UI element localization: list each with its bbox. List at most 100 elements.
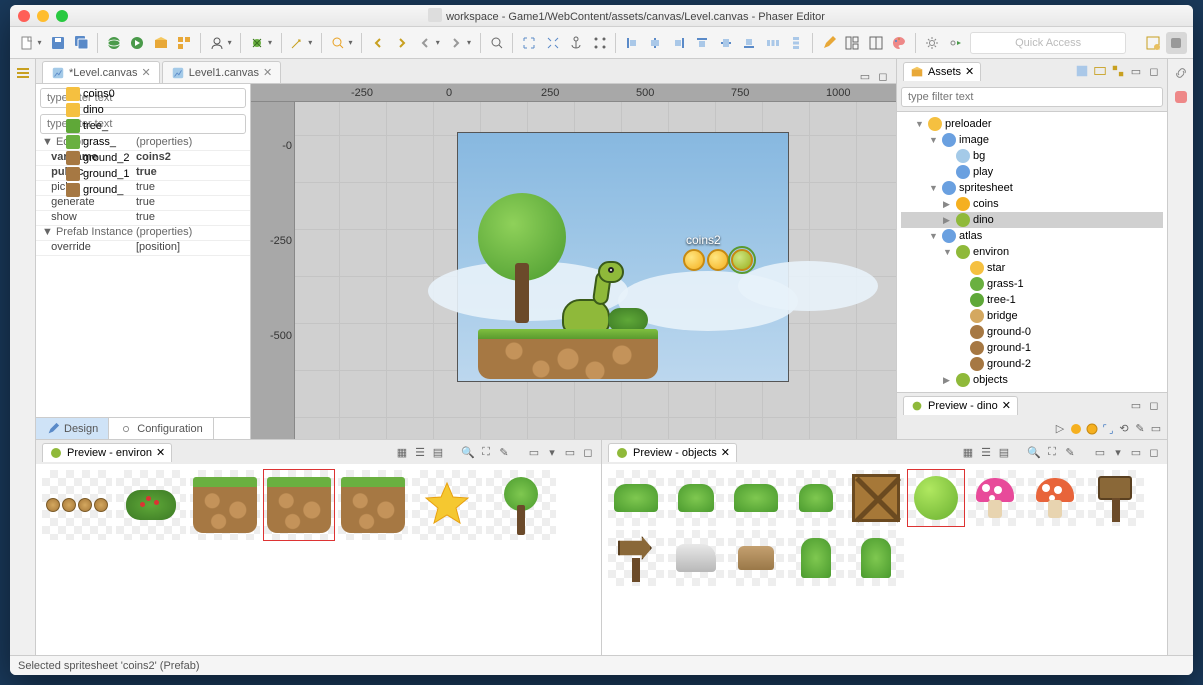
assets-node[interactable]: ▼spritesheet <box>901 180 1163 196</box>
perspective-button-1[interactable] <box>1142 32 1163 54</box>
thumb-rock[interactable] <box>668 530 724 586</box>
close-window-button[interactable] <box>18 10 30 22</box>
thumb-crate[interactable] <box>848 470 904 526</box>
outline-node[interactable]: dino <box>40 102 130 118</box>
save-all-button[interactable] <box>71 32 92 54</box>
outline-node[interactable]: coins0 <box>40 86 130 102</box>
perspective-button-2[interactable] <box>1166 32 1187 54</box>
link-trim-icon[interactable] <box>1173 65 1189 81</box>
pe-grid[interactable]: ▦ <box>395 445 409 459</box>
assets-node[interactable]: grass-1 <box>901 276 1163 292</box>
prev-edit-button[interactable] <box>367 32 388 54</box>
back-button[interactable] <box>414 32 435 54</box>
pe-max[interactable]: ◻ <box>581 445 595 459</box>
thumb-shrub-5[interactable] <box>788 530 844 586</box>
assets-node[interactable]: ▶objects <box>901 372 1163 388</box>
assets-tb-1[interactable] <box>1075 64 1089 78</box>
assets-node[interactable]: star <box>901 260 1163 276</box>
pd-clear[interactable]: ✎ <box>1133 422 1147 436</box>
po-clear[interactable]: ✎ <box>1063 445 1077 459</box>
pe-clear[interactable]: ✎ <box>497 445 511 459</box>
thumb-logs[interactable] <box>42 470 112 540</box>
preview-environ-body[interactable] <box>36 464 601 655</box>
property-row[interactable]: showtrue <box>36 211 250 226</box>
pe-tiles[interactable]: ▤ <box>431 445 445 459</box>
user-button[interactable] <box>206 32 227 54</box>
outline-node[interactable]: ground_1 <box>40 166 130 182</box>
design-tab[interactable]: Design <box>36 418 109 439</box>
close-icon[interactable]: ✕ <box>263 66 272 79</box>
fit-button[interactable] <box>542 32 563 54</box>
thumb-ground-0[interactable] <box>190 470 260 540</box>
assets-node[interactable]: ▼environ <box>901 244 1163 260</box>
align-left-button[interactable] <box>621 32 642 54</box>
assets-node[interactable]: ground-0 <box>901 324 1163 340</box>
thumb-star[interactable] <box>412 470 482 540</box>
panel-button[interactable] <box>865 32 886 54</box>
edit-button[interactable] <box>818 32 839 54</box>
search-button[interactable] <box>327 32 348 54</box>
close-icon[interactable]: ✕ <box>156 446 165 459</box>
po-zoom[interactable]: 🔍 <box>1027 445 1041 459</box>
outline-node[interactable]: grass_ <box>40 134 130 150</box>
assets-node[interactable]: ▶coins <box>901 196 1163 212</box>
assets-node[interactable]: tree-1 <box>901 292 1163 308</box>
assets-tree[interactable]: ▼preloader▼imagebgplay▼spritesheet▶coins… <box>897 111 1167 392</box>
assets-filter-input[interactable] <box>901 87 1163 107</box>
thumb-ball[interactable] <box>908 470 964 526</box>
po-fit[interactable]: ⛶ <box>1045 445 1059 459</box>
configuration-tab[interactable]: Configuration <box>109 418 213 439</box>
assets-node[interactable]: ▶dino <box>901 212 1163 228</box>
align-center-v-button[interactable] <box>715 32 736 54</box>
editor-tab[interactable]: *Level.canvas✕ <box>42 61 160 83</box>
outline-node[interactable]: tree_ <box>40 118 130 134</box>
assets-node[interactable]: ground-1 <box>901 340 1163 356</box>
pe-new[interactable]: ▭ <box>527 445 541 459</box>
thumb-shrub-3[interactable] <box>728 470 784 526</box>
assets-min[interactable]: ▭ <box>1129 64 1143 78</box>
pe-fit[interactable]: ⛶ <box>479 445 493 459</box>
minimize-view-button[interactable]: ▭ <box>858 69 872 83</box>
debug-button[interactable] <box>246 32 267 54</box>
outline-tree[interactable]: coins0dinotree_grass_ground_2ground_1gro… <box>36 84 134 200</box>
po-tiles[interactable]: ▤ <box>997 445 1011 459</box>
layout-button[interactable] <box>842 32 863 54</box>
assets-node[interactable]: ▼atlas <box>901 228 1163 244</box>
thumb-bush[interactable] <box>116 470 186 540</box>
assets-node[interactable]: play <box>901 164 1163 180</box>
close-icon[interactable]: ✕ <box>1002 399 1011 412</box>
outline-node[interactable]: ground_ <box>40 182 130 198</box>
atlas-button[interactable] <box>174 32 195 54</box>
align-top-button[interactable] <box>692 32 713 54</box>
thumb-mushroom-orange[interactable] <box>1028 470 1084 526</box>
palette-button[interactable] <box>889 32 910 54</box>
thumb-shrub-4[interactable] <box>788 470 844 526</box>
editor-tab[interactable]: Level1.canvas✕ <box>162 61 282 83</box>
quick-access-input[interactable]: Quick Access <box>970 32 1126 54</box>
assets-tb-3[interactable] <box>1111 64 1125 78</box>
po-max[interactable]: ◻ <box>1147 445 1161 459</box>
po-min[interactable]: ▭ <box>1129 445 1143 459</box>
outline-node[interactable]: ground_2 <box>40 150 130 166</box>
pd-coin2[interactable] <box>1085 422 1099 436</box>
zoom-button[interactable] <box>486 32 507 54</box>
thumb-sign-arrow[interactable] <box>608 530 664 586</box>
close-icon[interactable]: ✕ <box>965 65 974 78</box>
thumb-sign[interactable] <box>1088 470 1144 526</box>
assets-node[interactable]: ▼preloader <box>901 116 1163 132</box>
close-icon[interactable]: ✕ <box>721 446 730 459</box>
thumb-shrub-2[interactable] <box>668 470 724 526</box>
pd-new[interactable]: ▭ <box>1149 422 1163 436</box>
po-grid[interactable]: ▦ <box>961 445 975 459</box>
close-icon[interactable]: ✕ <box>142 66 151 79</box>
assets-node[interactable]: ground-2 <box>901 356 1163 372</box>
thumb-stump[interactable] <box>728 530 784 586</box>
run-button[interactable] <box>127 32 148 54</box>
anchor-button[interactable] <box>565 32 586 54</box>
thumb-shrub-6[interactable] <box>848 530 904 586</box>
wand-button[interactable] <box>287 32 308 54</box>
forward-button[interactable] <box>446 32 467 54</box>
align-bottom-button[interactable] <box>739 32 760 54</box>
pd-play[interactable]: ▷ <box>1053 422 1067 436</box>
maximize-view-button[interactable]: ◻ <box>876 69 890 83</box>
